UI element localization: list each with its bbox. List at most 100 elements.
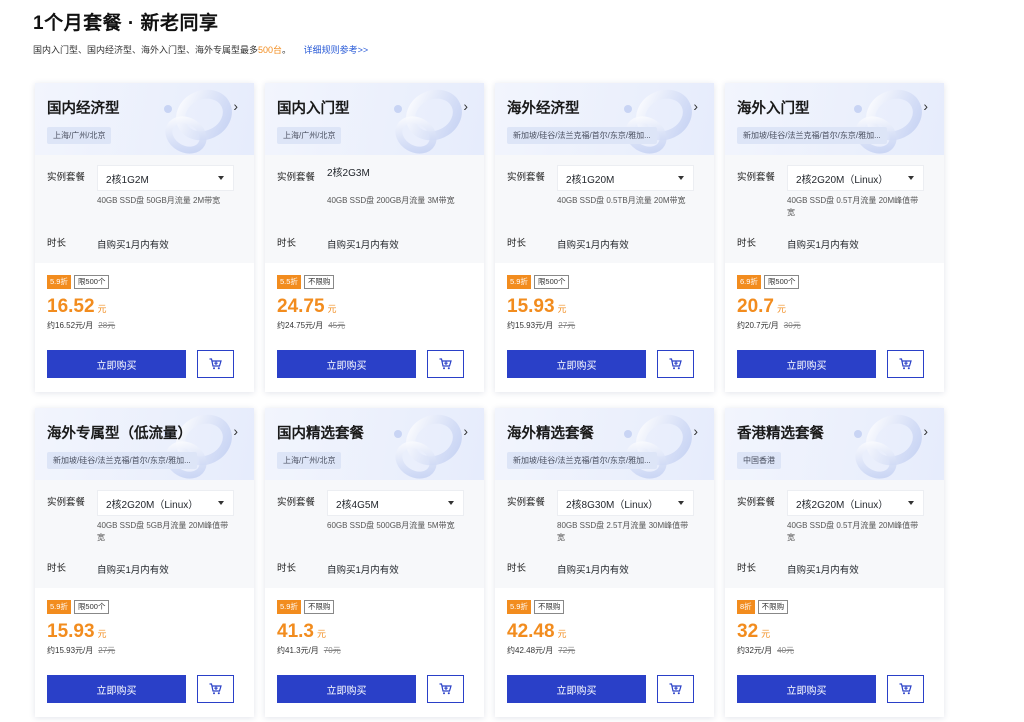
add-to-cart-button[interactable] bbox=[197, 350, 234, 378]
caret-down-icon bbox=[678, 176, 684, 180]
package-card: 海外入门型 › 新加坡/硅谷/法兰克福/首尔/东京/雅加... 实例套餐 2核2… bbox=[725, 83, 944, 392]
card-actions: 立即购买 bbox=[277, 350, 464, 378]
card-header[interactable]: 香港精选套餐 › 中国香港 bbox=[725, 408, 944, 480]
card-header[interactable]: 国内精选套餐 › 上海/广州/北京 bbox=[265, 408, 484, 480]
instance-label: 实例套餐 bbox=[737, 172, 776, 183]
instance-select[interactable]: 2核2G20M（Linux） bbox=[97, 490, 234, 516]
chevron-right-icon[interactable]: › bbox=[693, 97, 698, 115]
package-card: 海外专属型（低流量） › 新加坡/硅谷/法兰克福/首尔/东京/雅加... 实例套… bbox=[35, 408, 254, 717]
duration-label: 时长 bbox=[47, 563, 67, 574]
instance-select[interactable]: 2核1G20M bbox=[557, 165, 694, 191]
instance-select[interactable]: 2核8G30M（Linux） bbox=[557, 490, 694, 516]
instance-select[interactable]: 2核4G5M bbox=[327, 490, 464, 516]
region-badge: 新加坡/硅谷/法兰克福/首尔/东京/雅加... bbox=[737, 127, 887, 144]
chevron-right-icon[interactable]: › bbox=[923, 97, 928, 115]
instance-select-value: 2核2G20M（Linux） bbox=[796, 174, 889, 186]
price-value: 41.3 bbox=[277, 621, 314, 642]
buy-now-button[interactable]: 立即购买 bbox=[277, 675, 416, 703]
instance-label: 实例套餐 bbox=[47, 172, 86, 183]
price-unit: 元 bbox=[97, 304, 107, 314]
buy-now-button[interactable]: 立即购买 bbox=[47, 675, 186, 703]
instance-select[interactable]: 2核2G20M（Linux） bbox=[787, 165, 924, 191]
instance-label: 实例套餐 bbox=[277, 497, 316, 508]
per-month: 约15.93元/月 27元 bbox=[47, 645, 242, 656]
instance-select[interactable]: 2核1G2M bbox=[97, 165, 234, 191]
price: 16.52 元 bbox=[47, 296, 242, 318]
duration-label: 时长 bbox=[507, 563, 527, 574]
chevron-right-icon[interactable]: › bbox=[693, 422, 698, 440]
original-price: 27元 bbox=[98, 646, 116, 655]
package-card: 国内入门型 › 上海/广州/北京 实例套餐 2核2G3M 40GB SSD盘 2… bbox=[265, 83, 484, 392]
chevron-right-icon[interactable]: › bbox=[923, 422, 928, 440]
caret-down-icon bbox=[448, 501, 454, 505]
package-card: 海外精选套餐 › 新加坡/硅谷/法兰克福/首尔/东京/雅加... 实例套餐 2核… bbox=[495, 408, 714, 717]
duration-row: 时长 自购买1月内有效 bbox=[277, 562, 399, 576]
per-month-price: 约15.93元/月 bbox=[47, 646, 94, 655]
limit-badge: 限500个 bbox=[73, 600, 110, 614]
limit-badge: 不限购 bbox=[303, 275, 335, 289]
tags: 5.9折 不限购 bbox=[277, 600, 472, 614]
card-footer: 6.9折 限500个 20.7 元 约20.7元/月 30元 立即购买 bbox=[725, 263, 944, 378]
caret-down-icon bbox=[218, 501, 224, 505]
discount-badge: 5.9折 bbox=[47, 600, 71, 614]
add-to-cart-button[interactable] bbox=[887, 350, 924, 378]
add-to-cart-button[interactable] bbox=[887, 675, 924, 703]
duration-label: 时长 bbox=[737, 563, 757, 574]
duration-row: 时长 自购买1月内有效 bbox=[507, 562, 629, 576]
card-header[interactable]: 海外经济型 › 新加坡/硅谷/法兰克福/首尔/东京/雅加... bbox=[495, 83, 714, 155]
chevron-right-icon[interactable]: › bbox=[233, 422, 238, 440]
price-unit: 元 bbox=[776, 304, 786, 314]
duration-value: 自购买1月内有效 bbox=[97, 565, 169, 576]
price-unit: 元 bbox=[761, 629, 771, 639]
duration-value: 自购买1月内有效 bbox=[787, 565, 859, 576]
per-month: 约16.52元/月 28元 bbox=[47, 320, 242, 331]
duration-label: 时长 bbox=[277, 238, 297, 249]
card-header[interactable]: 海外入门型 › 新加坡/硅谷/法兰克福/首尔/东京/雅加... bbox=[725, 83, 944, 155]
add-to-cart-button[interactable] bbox=[427, 350, 464, 378]
card-body: 实例套餐 2核1G20M 40GB SSD盘 0.5TB月流量 20M带宽 时长… bbox=[495, 155, 714, 263]
price-value: 15.93 bbox=[47, 621, 95, 642]
add-to-cart-button[interactable] bbox=[657, 675, 694, 703]
tags: 5.9折 限500个 bbox=[47, 275, 242, 289]
chevron-right-icon[interactable]: › bbox=[463, 422, 468, 440]
buy-now-button[interactable]: 立即购买 bbox=[277, 350, 416, 378]
package-card: 国内精选套餐 › 上海/广州/北京 实例套餐 2核4G5M 60GB SSD盘 … bbox=[265, 408, 484, 717]
price: 15.93 元 bbox=[507, 296, 702, 318]
instance-select[interactable]: 2核2G20M（Linux） bbox=[787, 490, 924, 516]
spec-text: 40GB SSD盘 200GB月流量 3M带宽 bbox=[327, 196, 455, 205]
add-to-cart-button[interactable] bbox=[427, 675, 464, 703]
buy-now-button[interactable]: 立即购买 bbox=[737, 350, 876, 378]
card-header[interactable]: 国内入门型 › 上海/广州/北京 bbox=[265, 83, 484, 155]
card-title: 香港精选套餐 bbox=[737, 426, 824, 442]
instance-row: 实例套餐 2核2G20M（Linux） bbox=[737, 490, 932, 516]
instance-row: 实例套餐 2核2G20M（Linux） bbox=[737, 165, 932, 191]
buy-now-button[interactable]: 立即购买 bbox=[507, 675, 646, 703]
buy-now-button[interactable]: 立即购买 bbox=[507, 350, 646, 378]
add-to-cart-button[interactable] bbox=[657, 350, 694, 378]
buy-now-button[interactable]: 立即购买 bbox=[47, 350, 186, 378]
card-footer: 5.5折 不限购 24.75 元 约24.75元/月 45元 立即购买 bbox=[265, 263, 484, 378]
limit-badge: 限500个 bbox=[763, 275, 800, 289]
chevron-right-icon[interactable]: › bbox=[233, 97, 238, 115]
card-header[interactable]: 海外精选套餐 › 新加坡/硅谷/法兰克福/首尔/东京/雅加... bbox=[495, 408, 714, 480]
duration-value: 自购买1月内有效 bbox=[97, 240, 169, 251]
add-to-cart-button[interactable] bbox=[197, 675, 234, 703]
card-title: 海外经济型 bbox=[507, 101, 580, 117]
instance-row: 实例套餐 2核4G5M bbox=[277, 490, 472, 516]
card-title: 海外入门型 bbox=[737, 101, 810, 117]
per-month-price: 约41.3元/月 bbox=[277, 646, 319, 655]
original-price: 27元 bbox=[558, 321, 576, 330]
price: 15.93 元 bbox=[47, 621, 242, 643]
caret-down-icon bbox=[678, 501, 684, 505]
card-header[interactable]: 海外专属型（低流量） › 新加坡/硅谷/法兰克福/首尔/东京/雅加... bbox=[35, 408, 254, 480]
card-body: 实例套餐 2核4G5M 60GB SSD盘 500GB月流量 5M带宽 时长 自… bbox=[265, 480, 484, 588]
chevron-right-icon[interactable]: › bbox=[463, 97, 468, 115]
price: 41.3 元 bbox=[277, 621, 472, 643]
card-actions: 立即购买 bbox=[737, 675, 924, 703]
card-body: 实例套餐 2核8G30M（Linux） 80GB SSD盘 2.5T月流量 30… bbox=[495, 480, 714, 588]
duration-value: 自购买1月内有效 bbox=[327, 565, 399, 576]
rules-link[interactable]: 详细规则参考>> bbox=[304, 45, 369, 55]
buy-now-button[interactable]: 立即购买 bbox=[737, 675, 876, 703]
card-header[interactable]: 国内经济型 › 上海/广州/北京 bbox=[35, 83, 254, 155]
region-badge: 上海/广州/北京 bbox=[277, 452, 342, 469]
